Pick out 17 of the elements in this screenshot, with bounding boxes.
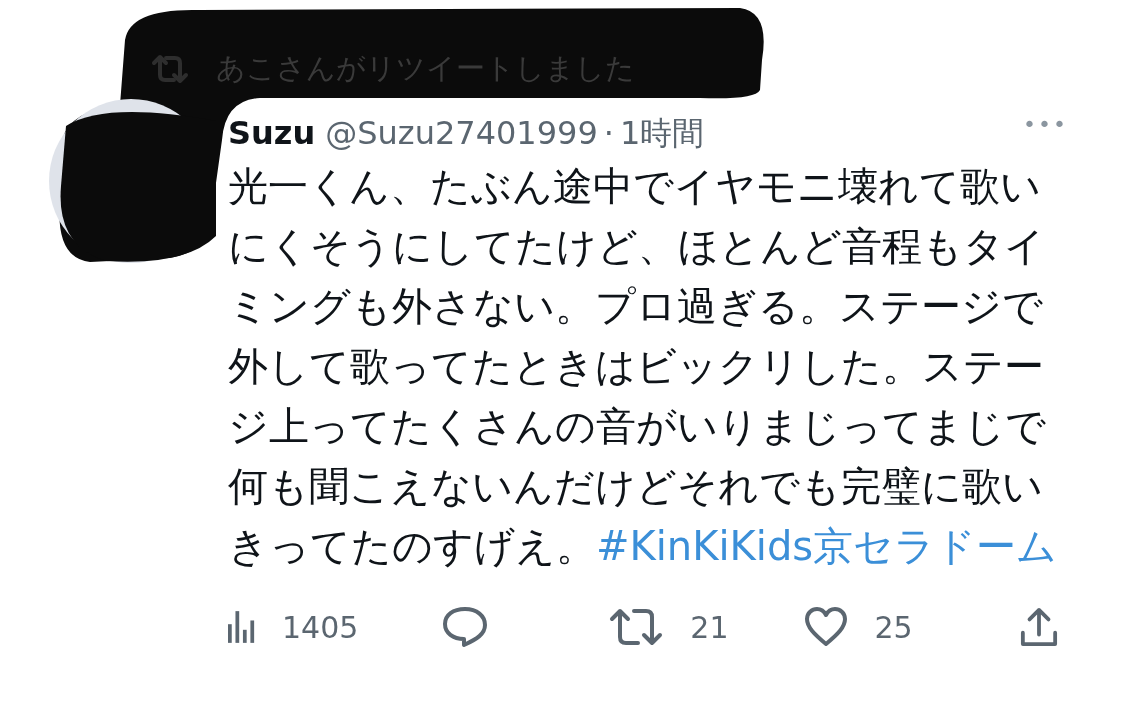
speech-bubble-icon[interactable] xyxy=(441,606,488,648)
separator-dot: · xyxy=(603,114,614,152)
bar-chart-icon[interactable] xyxy=(228,611,256,643)
action-count: 21 xyxy=(690,609,729,645)
retweet-icon[interactable] xyxy=(608,607,665,647)
heart-icon[interactable] xyxy=(804,607,849,647)
author-handle[interactable]: @Suzu27401999 xyxy=(325,114,598,152)
tweet-text: 光一くん、たぶん途中でイヤモニ壊れて歌いにくそうにしてたけど、ほとんど音程もタイミングも外さない。プロ過ぎる。ステージで外して歌ってたときはビックリした。ステージ上ってたくさんの音がいりまじってまじで何も聞こえないんだけどそれでも完璧に歌いきってたのすげえ。#KinKiKids京セラドーム xyxy=(228,162,1059,571)
retweet-icon xyxy=(150,53,190,85)
more-button[interactable]: ••• xyxy=(1023,112,1068,137)
author-name[interactable]: Suzu xyxy=(228,114,316,152)
avatar-icon xyxy=(46,96,216,266)
hashtag-link[interactable]: #KinKiKids京セラドーム xyxy=(596,523,1058,569)
share-icon[interactable] xyxy=(1020,606,1058,648)
action-count: 1405 xyxy=(282,609,359,645)
action-count: 25 xyxy=(874,609,913,645)
post-time[interactable]: 1時間 xyxy=(619,112,705,156)
